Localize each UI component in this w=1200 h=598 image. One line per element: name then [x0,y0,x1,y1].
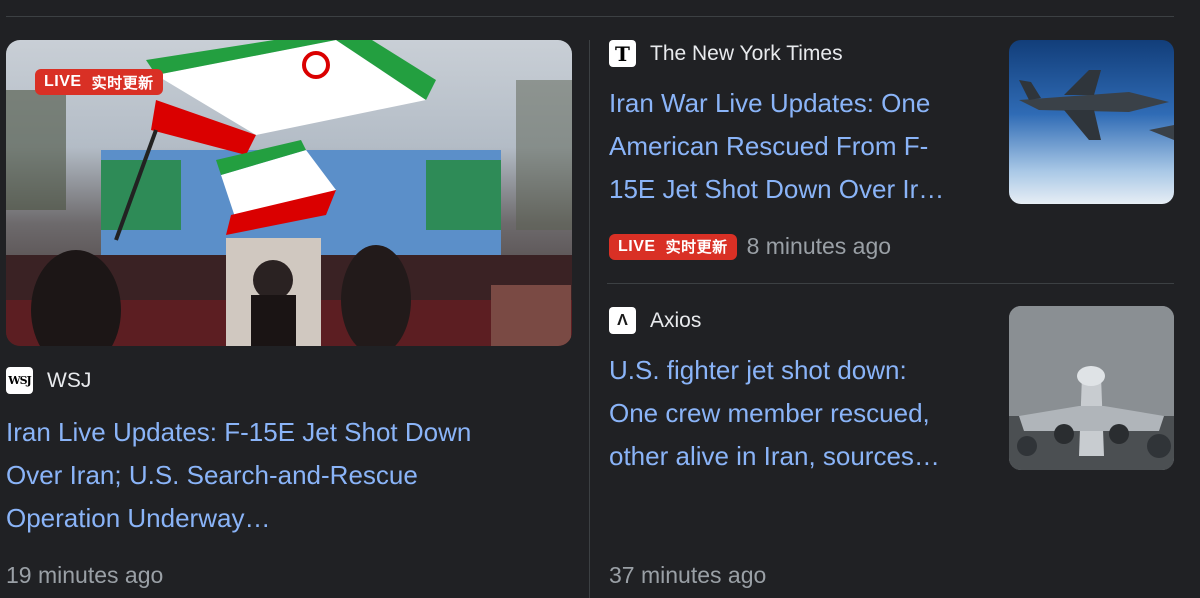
right-story-1-source[interactable]: T The New York Times [609,40,843,67]
right-2-headline-line-3: other alive in Iran, sources… [609,441,940,471]
live-badge-label: LIVE [618,237,656,255]
right-story-2-source-name: Axios [650,308,702,332]
right-story-2-source[interactable]: Λ Axios [609,307,701,334]
live-badge-label-zh: 实时更新 [91,73,154,92]
live-badge: LIVE 实时更新 [35,69,163,95]
axios-logo-icon: Λ [609,307,636,334]
left-headline-line-2: Over Iran; U.S. Search-and-Rescue [6,460,418,490]
right-1-headline-line-3: 15E Jet Shot Down Over Ir… [609,174,945,204]
right-story-2-headline[interactable]: U.S. fighter jet shot down: One crew mem… [609,349,999,478]
right-story-2-thumbnail[interactable] [1009,306,1174,470]
left-headline-line-1: Iran Live Updates: F-15E Jet Shot Down [6,417,472,447]
left-story-image[interactable]: LIVE 实时更新 [6,40,572,346]
fighter-jet-hangar-photo [1009,306,1174,470]
fighter-jet-sky-photo [1019,70,1174,140]
left-story-source[interactable]: WSJ WSJ [6,367,91,394]
left-story-source-name: WSJ [47,368,92,392]
live-badge-label: LIVE [44,73,82,90]
right-story-1-thumbnail[interactable] [1009,40,1174,204]
live-badge: LIVE 实时更新 [609,233,737,260]
left-story-time: 19 minutes ago [6,562,164,588]
story-divider [607,283,1174,284]
left-headline-line-3: Operation Underway… [6,503,271,533]
right-story-1-meta: LIVE 实时更新 8 minutes ago [609,233,891,260]
wsj-logo-icon: WSJ [6,367,33,394]
left-story-headline[interactable]: Iran Live Updates: F-15E Jet Shot Down O… [6,411,566,540]
right-1-headline-line-2: American Rescued From F- [609,131,929,161]
right-story-1-time: 8 minutes ago [746,233,892,259]
right-2-headline-line-1: U.S. fighter jet shot down: [609,355,907,385]
right-1-headline-line-1: Iran War Live Updates: One [609,88,931,118]
nyt-logo-icon: T [609,40,636,67]
column-divider [589,40,590,598]
right-2-headline-line-2: One crew member rescued, [609,398,930,428]
right-story-1-source-name: The New York Times [650,41,843,65]
right-story-1-headline[interactable]: Iran War Live Updates: One American Resc… [609,82,999,211]
top-divider [6,16,1174,17]
right-story-2-time: 37 minutes ago [609,562,767,588]
live-badge-label-zh: 实时更新 [665,238,728,256]
